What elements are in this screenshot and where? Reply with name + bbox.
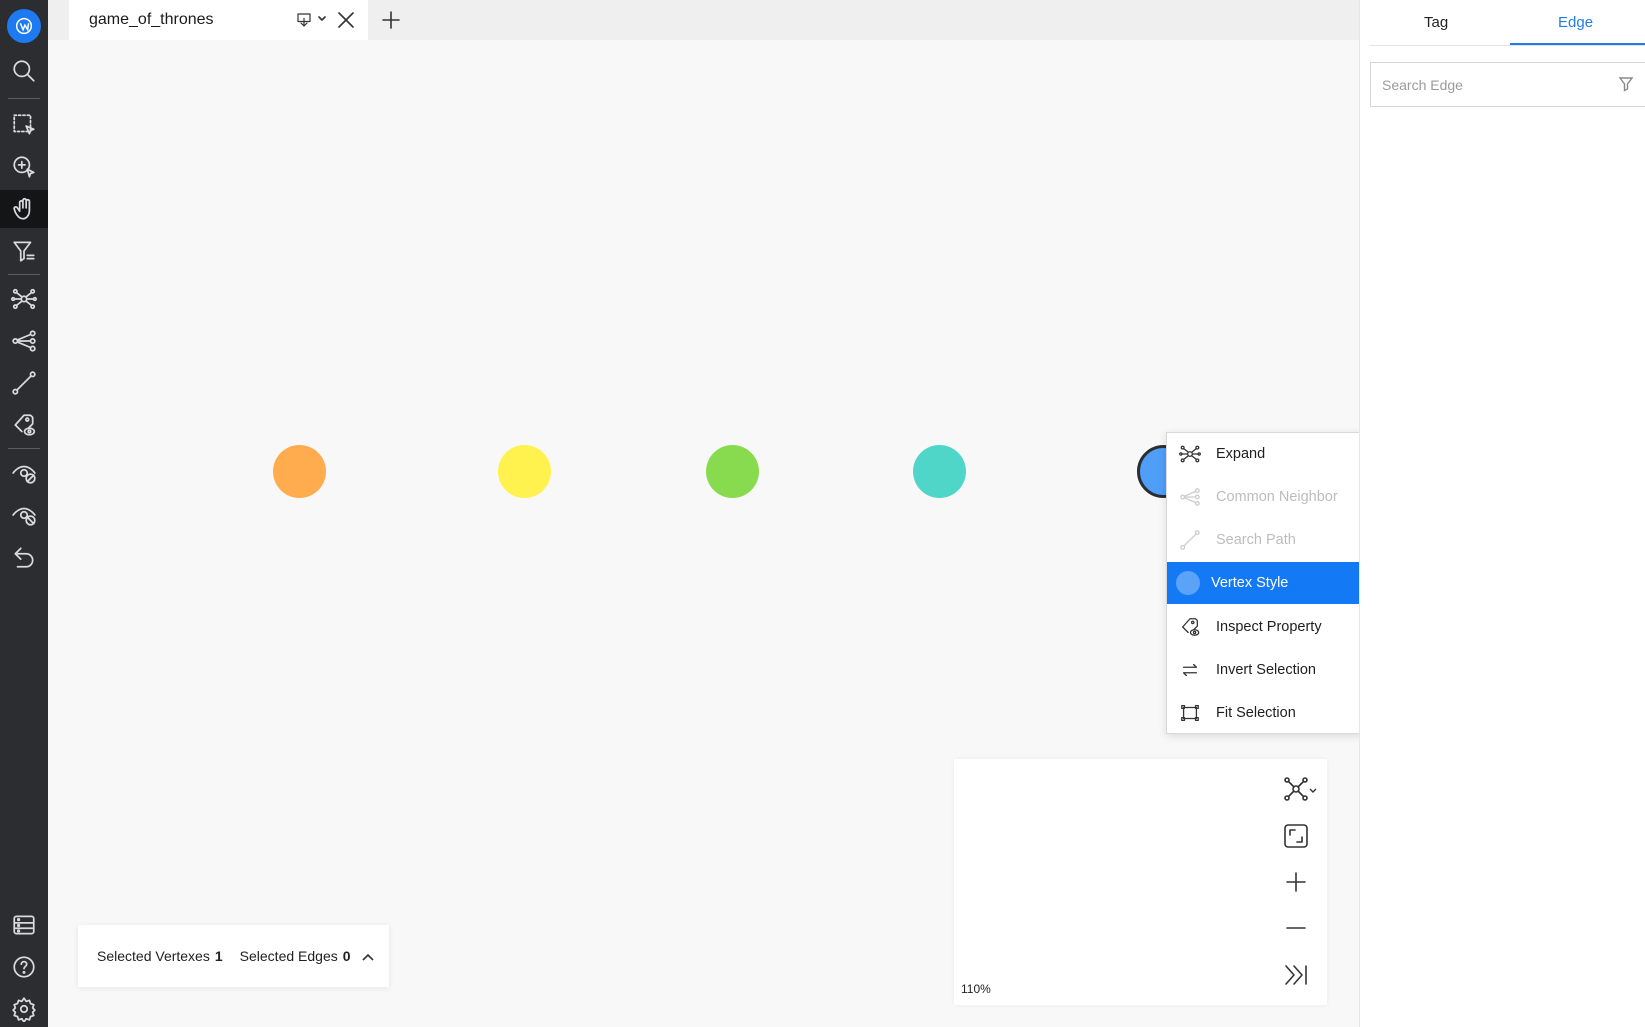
search-icon[interactable] <box>0 52 48 90</box>
settings-icon[interactable] <box>0 990 48 1027</box>
hide-vertex-icon[interactable] <box>0 454 48 492</box>
vertex[interactable] <box>498 445 551 498</box>
toolbar-divider <box>8 98 40 99</box>
tab-edge[interactable]: Edge <box>1558 14 1593 31</box>
menu-item-label: Common Neighbor <box>1216 489 1338 505</box>
tab-title: game_of_thrones <box>89 11 214 28</box>
common-neighbor-icon <box>1179 486 1201 508</box>
inspect-property-icon <box>1179 616 1201 638</box>
menu-item-label: Vertex Style <box>1211 575 1289 591</box>
vertex[interactable] <box>273 445 326 498</box>
toolbar-divider <box>8 274 40 275</box>
right-panel: Tag Edge <box>1359 0 1645 1027</box>
tab-game-of-thrones[interactable]: game_of_thrones <box>69 0 368 40</box>
help-icon[interactable] <box>0 948 48 986</box>
selected-vertexes-label: Selected Vertexes <box>97 948 210 964</box>
logo-icon[interactable] <box>7 9 41 43</box>
hide-other-icon[interactable] <box>0 496 48 534</box>
menu-item-label: Expand <box>1216 446 1266 462</box>
common-neighbor-icon[interactable] <box>0 322 48 360</box>
path-icon[interactable] <box>0 364 48 402</box>
zoom-in-icon[interactable] <box>1280 866 1312 898</box>
collapse-panel-icon[interactable] <box>1280 959 1312 991</box>
filter-icon[interactable] <box>0 232 48 270</box>
vertex[interactable] <box>913 445 966 498</box>
chevron-down-icon[interactable] <box>1308 783 1318 793</box>
menu-item-label: Invert Selection <box>1216 662 1316 678</box>
search-edge-input[interactable] <box>1382 76 1602 93</box>
fit-view-icon[interactable] <box>1280 820 1312 852</box>
close-icon[interactable] <box>336 10 356 30</box>
expand-icon[interactable] <box>0 280 48 318</box>
chevron-up-icon[interactable] <box>361 950 375 962</box>
add-tab-icon[interactable] <box>380 9 402 31</box>
inspect-property-icon[interactable] <box>0 406 48 444</box>
menu-item-label: Fit Selection <box>1216 705 1296 721</box>
selection-status: Selected Vertexes 1 Selected Edges 0 <box>78 925 389 987</box>
zoom-level: 110% <box>961 982 991 996</box>
box-select-icon[interactable] <box>0 106 48 144</box>
minimap-panel: 110% <box>954 759 1327 1005</box>
chevron-down-icon[interactable] <box>317 14 327 24</box>
selected-edges-count: 0 <box>342 948 351 964</box>
hand-pan-icon[interactable] <box>0 190 48 228</box>
filter-icon[interactable] <box>1618 76 1634 92</box>
expand-icon <box>1179 443 1201 465</box>
zoom-out-icon[interactable] <box>1280 912 1312 944</box>
console-icon[interactable] <box>0 906 48 944</box>
tab-bar: game_of_thrones <box>48 0 1359 40</box>
left-toolbar <box>0 0 48 1027</box>
search-path-icon <box>1179 529 1201 551</box>
selected-edges-label: Selected Edges <box>239 948 338 964</box>
tab-tag[interactable]: Tag <box>1424 14 1448 31</box>
panel-tabs: Tag Edge <box>1370 0 1645 46</box>
toolbar-divider <box>8 448 40 449</box>
undo-icon[interactable] <box>0 538 48 576</box>
menu-item-label: Search Path <box>1216 532 1296 548</box>
vertex[interactable] <box>706 445 759 498</box>
selected-vertexes-count: 1 <box>214 948 223 964</box>
download-icon[interactable] <box>295 11 313 29</box>
menu-item-label: Inspect Property <box>1216 619 1322 635</box>
lasso-select-icon[interactable] <box>0 148 48 186</box>
active-tab-indicator <box>1510 43 1645 45</box>
search-edge-box <box>1370 62 1645 107</box>
vertex-style-dot <box>1176 571 1200 595</box>
fit-selection-icon <box>1179 702 1201 724</box>
invert-selection-icon <box>1179 659 1201 681</box>
